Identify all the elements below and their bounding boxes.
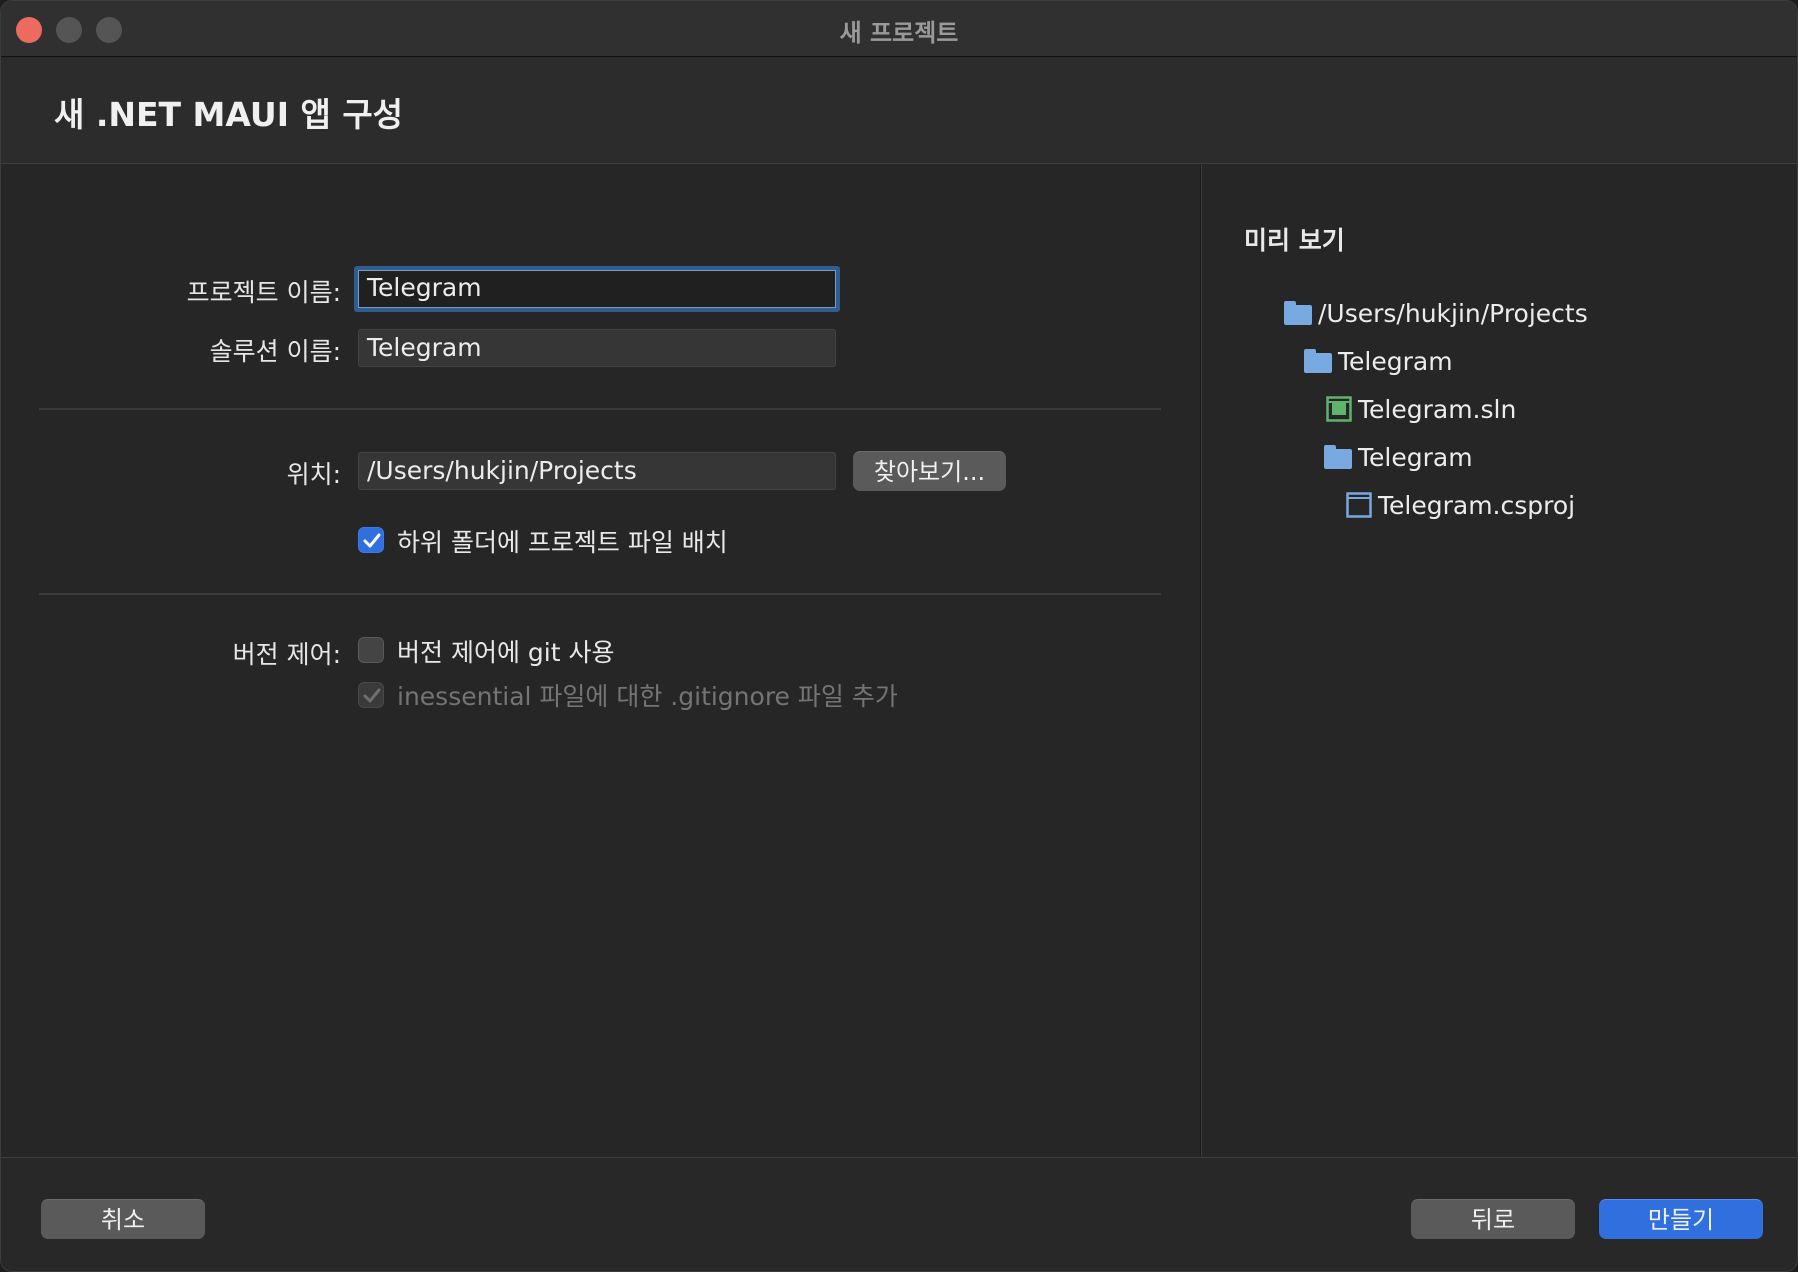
preview-pane: 미리 보기 /Users/hukjin/Projects Telegram Te…: [1202, 165, 1797, 1157]
subfolder-checkbox[interactable]: [358, 527, 384, 553]
folder-icon: [1304, 349, 1332, 373]
checkmark-icon: [363, 533, 381, 548]
solution-file-icon: [1326, 396, 1352, 422]
tree-item: Telegram: [1324, 441, 1473, 473]
tree-item-label: /Users/hukjin/Projects: [1318, 298, 1588, 328]
tree-item-label: Telegram.csproj: [1378, 490, 1576, 520]
divider: [39, 408, 1161, 410]
dialog-header: 새 .NET MAUI 앱 구성: [1, 58, 1797, 164]
preview-title: 미리 보기: [1244, 226, 1345, 255]
project-file-icon: [1346, 492, 1372, 518]
gitignore-label: inessential 파일에 대한 .gitignore 파일 추가: [397, 682, 898, 711]
dialog-content: 프로젝트 이름: Telegram 솔루션 이름: Telegram 위치: /…: [1, 165, 1797, 1157]
use-git-label[interactable]: 버전 제어에 git 사용: [397, 633, 614, 669]
folder-icon: [1284, 301, 1312, 325]
tree-item-label: Telegram.sln: [1358, 394, 1517, 424]
folder-icon: [1324, 445, 1352, 469]
project-name-field[interactable]: Telegram: [354, 266, 840, 312]
window-title: 새 프로젝트: [839, 19, 959, 47]
gitignore-checkbox: [358, 682, 384, 708]
configuration-pane: 프로젝트 이름: Telegram 솔루션 이름: Telegram 위치: /…: [1, 165, 1200, 1157]
tree-item: Telegram: [1304, 345, 1453, 377]
cancel-button[interactable]: 취소: [41, 1199, 205, 1239]
page-title: 새 .NET MAUI 앱 구성: [54, 95, 404, 134]
create-button[interactable]: 만들기: [1599, 1199, 1763, 1239]
tree-item-label: Telegram: [1358, 442, 1473, 472]
version-control-label: 버전 제어:: [232, 640, 341, 669]
solution-name-field[interactable]: Telegram: [358, 329, 836, 367]
dialog-footer: 취소 뒤로 만들기: [1, 1157, 1797, 1271]
tree-item: /Users/hukjin/Projects: [1284, 297, 1588, 329]
subfolder-label[interactable]: 하위 폴더에 프로젝트 파일 배치: [397, 523, 728, 559]
checkmark-icon: [363, 688, 381, 703]
solution-name-label: 솔루션 이름:: [209, 337, 341, 366]
tree-item: Telegram.sln: [1326, 393, 1516, 425]
browse-button[interactable]: 찾아보기...: [853, 451, 1006, 491]
tree-item: Telegram.csproj: [1346, 489, 1575, 521]
location-field[interactable]: /Users/hukjin/Projects: [358, 452, 836, 490]
title-bar: 새 프로젝트: [1, 1, 1797, 57]
location-label: 위치:: [286, 460, 341, 489]
new-project-dialog: 새 프로젝트 새 .NET MAUI 앱 구성 프로젝트 이름: Telegra…: [0, 0, 1798, 1272]
use-git-checkbox[interactable]: [358, 637, 384, 663]
tree-item-label: Telegram: [1338, 346, 1453, 376]
divider: [39, 593, 1161, 595]
project-name-label: 프로젝트 이름:: [186, 278, 341, 307]
back-button[interactable]: 뒤로: [1411, 1199, 1575, 1239]
